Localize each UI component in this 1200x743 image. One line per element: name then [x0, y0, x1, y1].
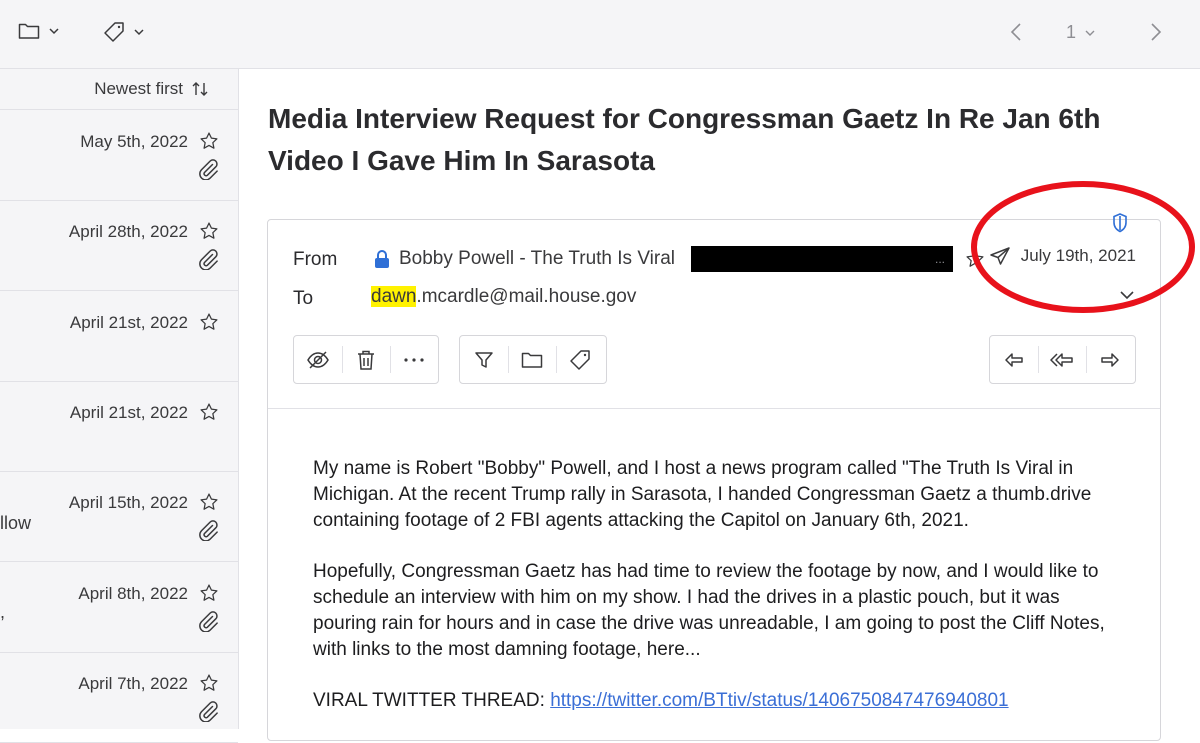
list-item[interactable]: April 21st, 2022: [0, 291, 238, 382]
sort-button[interactable]: Newest first: [94, 79, 209, 99]
date-text: July 19th, 2021: [1020, 246, 1136, 265]
folder-icon: [521, 351, 543, 369]
star-icon[interactable]: [199, 402, 219, 422]
attachment-icon: [197, 248, 219, 271]
star-icon[interactable]: [199, 492, 219, 512]
list-item[interactable]: April 15th, 2022 llow: [0, 471, 238, 563]
lock-icon: [373, 249, 391, 269]
list-item[interactable]: April 8th, 2022,: [0, 562, 238, 653]
previous-page-button[interactable]: [1010, 22, 1022, 42]
item-date: April 8th, 2022: [78, 583, 188, 603]
list-item[interactable]: April 7th, 2022: [0, 652, 238, 743]
reply-button[interactable]: [990, 336, 1038, 383]
star-icon[interactable]: [199, 673, 219, 693]
item-date: April 7th, 2022: [78, 673, 188, 693]
list-item[interactable]: April 21st, 2022: [0, 381, 238, 472]
eye-off-icon: [306, 350, 330, 370]
chevron-down-icon: [48, 27, 60, 35]
next-page-button[interactable]: [1150, 22, 1162, 42]
item-date: April 15th, 2022: [68, 493, 188, 513]
message-date: July 19th, 2021: [989, 246, 1136, 266]
mark-unread-button[interactable]: [294, 336, 342, 383]
filter-icon: [474, 350, 494, 370]
tag-icon: [103, 21, 125, 43]
chevron-left-icon: [1010, 22, 1022, 42]
reply-all-icon: [1050, 352, 1074, 368]
item-snippet: llow: [0, 513, 32, 534]
from-label: From: [293, 249, 338, 270]
star-icon[interactable]: [199, 221, 219, 241]
move-button[interactable]: [508, 336, 556, 383]
recipient-address: .mcardle@mail.house.gov: [416, 286, 637, 307]
more-actions-button[interactable]: [390, 336, 438, 383]
expand-details-icon[interactable]: [1119, 290, 1135, 300]
recipient-highlight: dawn: [371, 286, 417, 307]
attachment-icon: [197, 610, 219, 632]
to-label: To: [293, 288, 314, 309]
divider: [268, 408, 1160, 409]
star-icon[interactable]: [199, 312, 219, 332]
sender[interactable]: Bobby Powell - The Truth Is Viral ...: [373, 246, 985, 272]
item-date: April 28th, 2022: [68, 222, 188, 242]
body-paragraph: VIRAL TWITTER THREAD: https://twitter.co…: [313, 688, 1123, 714]
reply-group: [989, 335, 1136, 384]
redaction-trailing: ...: [934, 252, 945, 266]
forward-icon: [1100, 352, 1120, 368]
organize-group: [459, 335, 607, 384]
twitter-link[interactable]: https://twitter.com/BTtiv/status/1406750…: [550, 690, 1008, 711]
top-toolbar: 1: [0, 0, 1200, 69]
more-icon: [403, 357, 425, 363]
list-item[interactable]: April 28th, 2022: [0, 200, 238, 292]
star-icon[interactable]: [199, 131, 219, 151]
list-item[interactable]: May 5th, 2022: [0, 110, 238, 201]
star-icon[interactable]: [199, 583, 219, 603]
item-date: April 21st, 2022: [69, 312, 188, 332]
delete-button[interactable]: [342, 336, 390, 383]
chevron-down-icon: [1084, 29, 1096, 37]
link-label: VIRAL TWITTER THREAD:: [313, 690, 551, 711]
reply-icon: [1004, 352, 1024, 368]
label-message-button[interactable]: [556, 336, 604, 383]
recipient[interactable]: dawn.mcardle@mail.house.gov: [371, 286, 636, 308]
forward-button[interactable]: [1086, 336, 1134, 383]
filter-button[interactable]: [460, 336, 508, 383]
folder-icon: [18, 22, 40, 40]
message-actions-group: [293, 335, 439, 384]
page-number: 1: [1066, 22, 1077, 42]
trash-icon: [356, 349, 376, 371]
redaction-box: [690, 246, 953, 272]
attachment-icon: [197, 700, 219, 722]
sender-name: Bobby Powell - The Truth Is Viral: [399, 248, 675, 269]
shield-icon[interactable]: [1111, 212, 1129, 234]
sort-label: Newest first: [94, 79, 183, 98]
sent-icon: [989, 246, 1011, 266]
item-date: April 21st, 2022: [69, 402, 188, 422]
message-card: From To Bobby Powell - The Truth Is Vira…: [267, 213, 1161, 741]
page-selector[interactable]: 1: [1066, 22, 1096, 43]
body-paragraph: Hopefully, Congressman Gaetz has had tim…: [313, 561, 1105, 660]
tag-icon: [569, 349, 591, 371]
attachment-icon: [197, 158, 219, 180]
item-date: May 5th, 2022: [80, 132, 188, 151]
item-snippet: ,: [0, 601, 6, 622]
star-icon[interactable]: [965, 249, 985, 269]
body-paragraph: My name is Robert "Bobby" Powell, and I …: [313, 458, 1092, 531]
reply-all-button[interactable]: [1038, 336, 1086, 383]
label-button[interactable]: [103, 21, 145, 43]
chevron-right-icon: [1150, 22, 1162, 42]
chevron-down-icon: [133, 28, 145, 36]
move-to-folder-button[interactable]: [18, 22, 60, 40]
message-body: My name is Robert "Bobby" Powell, and I …: [313, 456, 1123, 739]
attachment-icon: [197, 519, 219, 542]
message-list: Newest first May 5th, 2022 April 28th, 20…: [0, 69, 239, 743]
message-subject: Media Interview Request for Congressman …: [268, 103, 1101, 176]
sort-icon: [191, 80, 209, 98]
